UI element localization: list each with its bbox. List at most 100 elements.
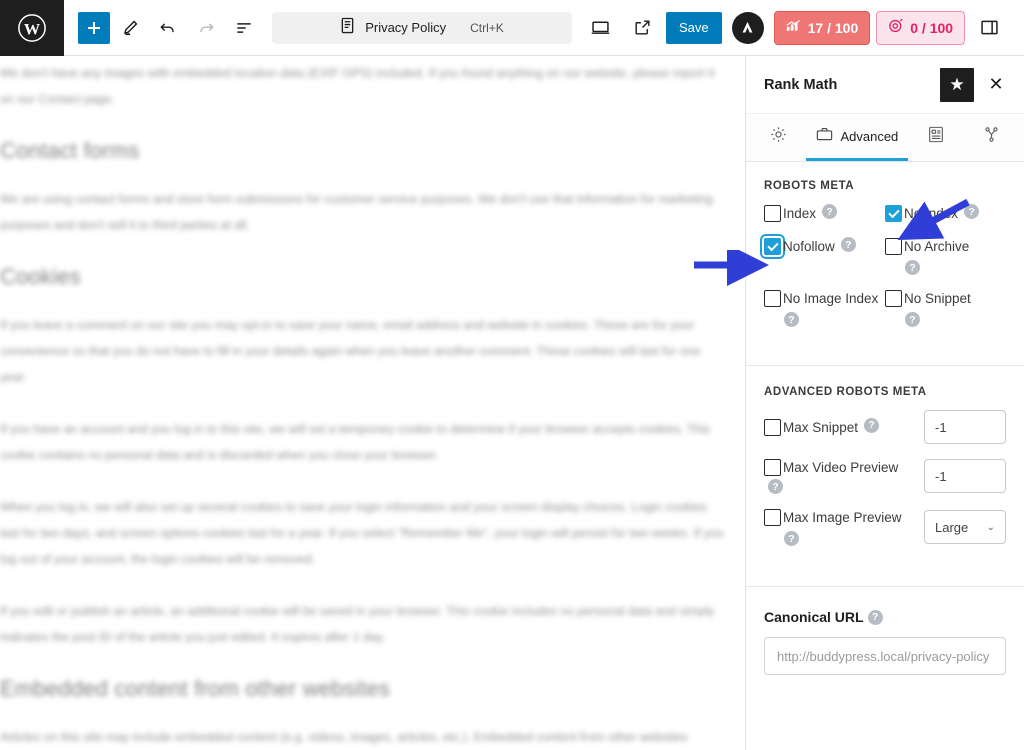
nofollow-label: Nofollow — [783, 239, 835, 254]
max-video-preview-input[interactable]: -1 — [924, 459, 1006, 493]
checkbox-item-no-snippet[interactable]: No Snippet ? — [885, 289, 1006, 327]
max-image-preview-value: Large — [935, 519, 969, 535]
editor-toolbar: W Privacy Policy Ctrl+K Save 17 / 100 0 … — [0, 0, 1024, 56]
paragraph-text: We don't have any images with embedded l… — [0, 66, 715, 106]
checkbox-item-no-archive[interactable]: No Archive ? — [885, 237, 1006, 275]
max-snippet-label: Max Snippet — [783, 419, 859, 435]
content-heading: Contact forms — [0, 138, 140, 163]
canonical-url-value: http://buddypress.local/privacy-policy — [777, 648, 990, 664]
content-paragraph: We are using contact forms and store for… — [0, 192, 713, 232]
no-image-index-label: No Image Index — [783, 291, 879, 306]
schema-icon — [927, 125, 945, 147]
document-title: Privacy Policy — [365, 20, 447, 35]
advanced-robots-meta-title: ADVANCED ROBOTS META — [764, 386, 927, 398]
max-image-preview-row: Max Image Preview ? Large ⌄ — [764, 508, 1006, 546]
no-snippet-help-icon[interactable]: ? — [905, 312, 920, 327]
max-video-preview-checkbox[interactable] — [764, 459, 781, 476]
tab-advanced-label: Advanced — [840, 128, 899, 144]
no-index-checkbox[interactable] — [885, 205, 902, 222]
chevron-down-icon: ⌄ — [986, 521, 995, 533]
command-bar[interactable]: Privacy Policy Ctrl+K — [272, 11, 572, 44]
toolbar-center-group: Privacy Policy Ctrl+K — [262, 11, 582, 44]
max-image-preview-label: Max Image Preview — [783, 510, 902, 525]
no-index-label: No Index — [904, 206, 959, 221]
max-snippet-help-icon[interactable]: ? — [864, 417, 880, 433]
no-image-index-checkbox[interactable] — [764, 290, 781, 307]
desktop-view-icon[interactable] — [582, 10, 618, 46]
no-snippet-label: No Snippet — [904, 291, 971, 306]
privacy-policy-content: We don't have any images with embedded l… — [0, 60, 745, 750]
content-heading: Embedded content from other websites — [0, 676, 390, 701]
toolbar-right-group: Save 17 / 100 0 / 100 — [582, 10, 1024, 46]
rank-math-tabs: Advanced — [746, 114, 1024, 162]
star-icon[interactable]: ★ — [940, 67, 974, 102]
content-paragraph: If you leave a comment on our site you m… — [0, 318, 701, 384]
rank-math-header: Rank Math ★ ✕ — [746, 56, 1024, 114]
content-paragraph: We don't have any images with embedded l… — [0, 60, 727, 112]
tab-social[interactable] — [964, 114, 1020, 161]
svg-text:W: W — [24, 20, 40, 38]
max-snippet-row: Max Snippet ? -1 — [764, 410, 1006, 444]
max-image-preview-help-icon[interactable]: ? — [784, 531, 799, 546]
index-help-icon[interactable]: ? — [822, 204, 838, 219]
wordpress-logo-icon[interactable]: W — [0, 0, 64, 56]
advanced-robots-meta-section: ADVANCED ROBOTS META Max Snippet ? -1 Ma… — [746, 365, 1024, 568]
sidebar-toggle-icon[interactable] — [971, 10, 1007, 46]
undo-arrow-icon[interactable] — [150, 10, 186, 46]
robots-meta-section: ROBOTS META Index ? No Index ? Nofollow … — [746, 162, 1024, 349]
max-snippet-value: -1 — [935, 419, 947, 435]
panel-title: Rank Math — [764, 76, 838, 93]
max-video-preview-value: -1 — [935, 468, 947, 484]
content-ai-badge[interactable]: 0 / 100 — [876, 10, 966, 45]
no-archive-help-icon[interactable]: ? — [905, 260, 920, 275]
max-image-preview-checkbox[interactable] — [764, 509, 781, 526]
close-icon[interactable]: ✕ — [982, 71, 1010, 99]
max-video-preview-row: Max Video Preview ? -1 — [764, 458, 1006, 494]
checkbox-item-no-index[interactable]: No Index ? — [885, 204, 1006, 223]
rank-math-logo-icon[interactable] — [731, 11, 764, 44]
seo-score-icon — [786, 19, 802, 36]
seo-score-badge[interactable]: 17 / 100 — [773, 10, 871, 45]
command-shortcut: Ctrl+K — [470, 20, 504, 35]
nofollow-help-icon[interactable]: ? — [840, 237, 856, 252]
tab-general[interactable] — [750, 114, 806, 161]
no-snippet-checkbox[interactable] — [885, 290, 902, 307]
max-video-preview-help-icon[interactable]: ? — [768, 479, 783, 494]
checkbox-item-nofollow[interactable]: Nofollow ? — [760, 234, 885, 275]
max-video-preview-label: Max Video Preview — [783, 460, 899, 475]
toolbar-left-group — [64, 10, 262, 46]
redo-arrow-icon[interactable] — [188, 10, 224, 46]
document-overview-icon[interactable] — [226, 10, 262, 46]
index-label: Index — [783, 206, 817, 221]
rank-math-body: ROBOTS META Index ? No Index ? Nofollow … — [746, 162, 1024, 750]
content-paragraph: When you log in, we will also set up sev… — [0, 500, 724, 566]
save-button[interactable]: Save — [666, 11, 722, 44]
max-snippet-checkbox[interactable] — [764, 418, 781, 436]
more-options-icon[interactable] — [1013, 10, 1024, 46]
rank-math-sidebar: Rank Math ★ ✕ Advanced ROBOTS META Index… — [745, 56, 1024, 750]
seo-score-value: 17 / 100 — [807, 19, 859, 36]
no-archive-checkbox[interactable] — [885, 238, 902, 255]
tab-advanced[interactable]: Advanced — [806, 114, 908, 161]
social-share-icon — [982, 125, 1001, 147]
checkbox-item-index[interactable]: Index ? — [764, 204, 885, 223]
no-index-help-icon[interactable]: ? — [964, 204, 980, 219]
external-link-icon[interactable] — [624, 10, 660, 46]
content-heading: Cookies — [0, 264, 81, 289]
checkbox-item-no-image-index[interactable]: No Image Index ? — [764, 289, 885, 327]
editor-canvas[interactable]: We don't have any images with embedded l… — [0, 56, 745, 750]
canonical-url-input[interactable]: http://buddypress.local/privacy-policy — [764, 637, 1006, 675]
robots-meta-title: ROBOTS META — [764, 180, 855, 192]
canonical-url-help-icon[interactable]: ? — [867, 609, 883, 625]
tab-schema[interactable] — [908, 114, 964, 161]
index-checkbox[interactable] — [764, 205, 781, 222]
no-image-index-help-icon[interactable]: ? — [784, 312, 799, 327]
add-block-button[interactable] — [78, 11, 110, 44]
briefcase-icon — [815, 125, 834, 147]
max-snippet-input[interactable]: -1 — [924, 410, 1006, 444]
nofollow-checkbox[interactable] — [760, 234, 785, 259]
max-image-preview-select[interactable]: Large ⌄ — [924, 510, 1006, 544]
tools-pencil-icon[interactable] — [112, 10, 148, 46]
content-paragraph: If you have an account and you log in to… — [0, 422, 710, 462]
page-icon — [340, 17, 355, 39]
